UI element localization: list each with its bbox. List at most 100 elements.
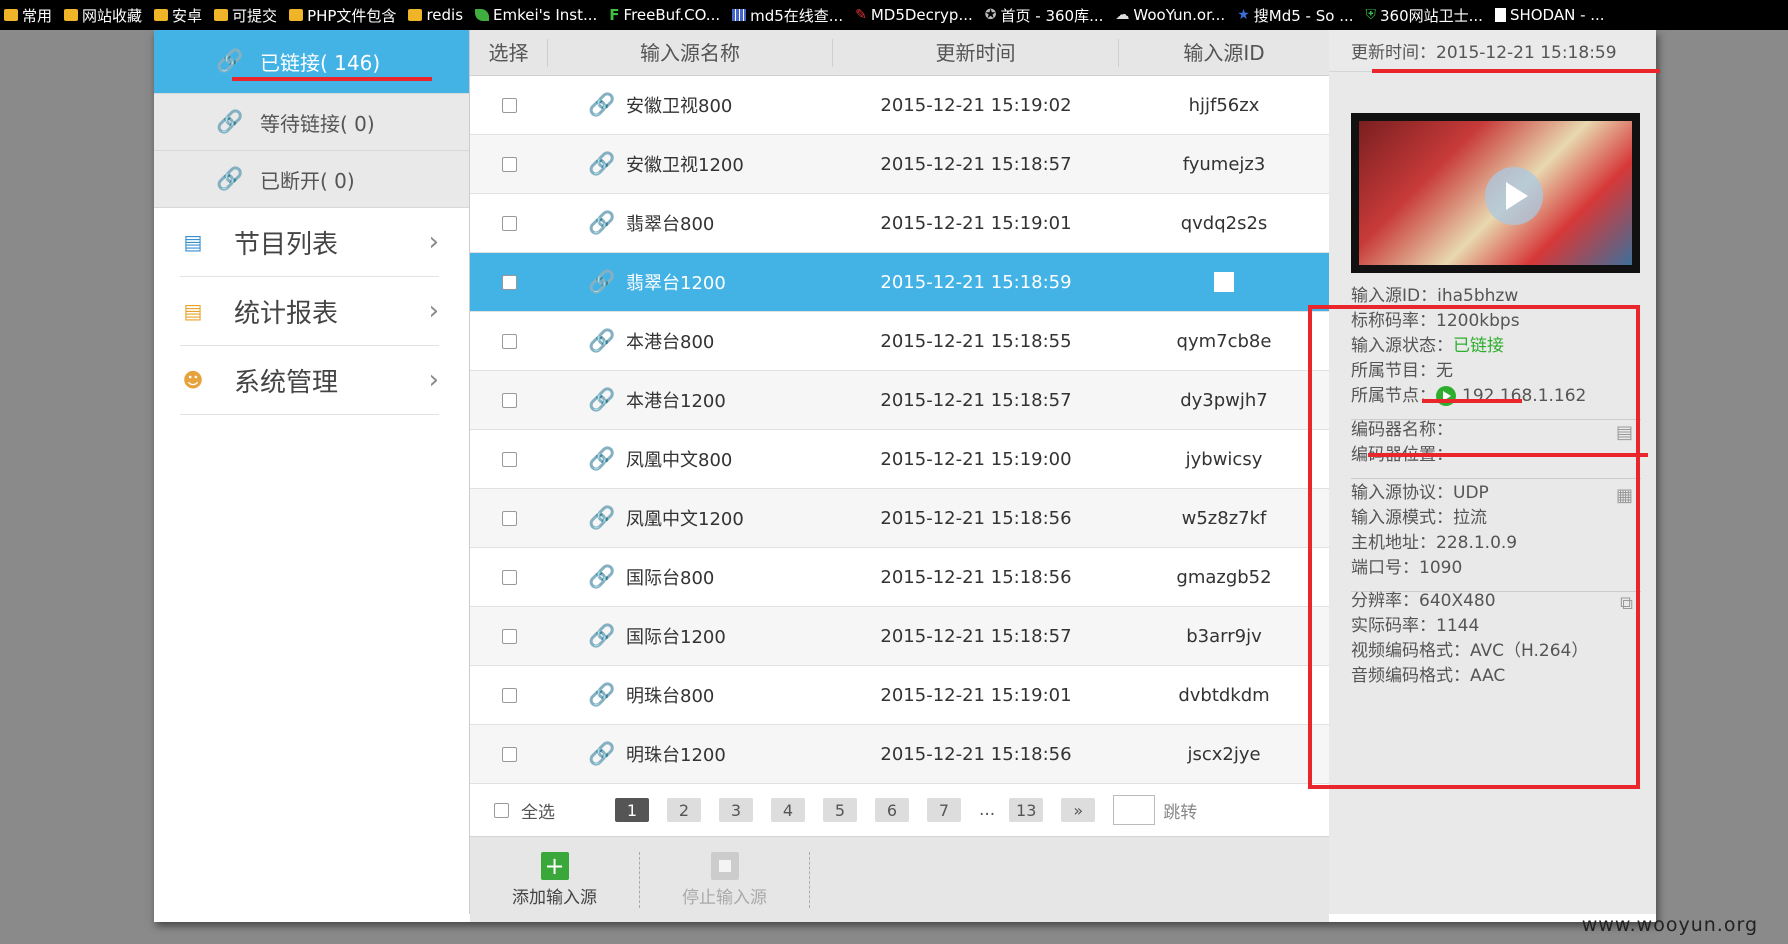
bookmark-label: PHP文件包含 <box>307 6 397 25</box>
link-waiting-icon: 🔗 <box>216 109 244 135</box>
bookmark-item[interactable]: ✪ 首页 - 360库... <box>981 5 1112 26</box>
bookmark-item[interactable]: 可提交 <box>210 5 285 26</box>
bookmark-label: 安卓 <box>172 6 203 25</box>
table-row[interactable]: 🔗 翡翠台1200 2015-12-21 15:18:59 <box>470 253 1329 312</box>
page-button[interactable]: 3 <box>719 798 753 822</box>
link-icon: 🔗 <box>588 328 616 354</box>
row-checkbox[interactable] <box>501 333 517 349</box>
table-row[interactable]: 🔗 国际台800 2015-12-21 15:18:56 gmazgb52 <box>470 548 1329 607</box>
play-icon[interactable] <box>1485 167 1543 225</box>
row-checkbox[interactable] <box>501 687 517 703</box>
table-row[interactable]: 🔗 安徽卫视1200 2015-12-21 15:18:57 fyumejz3 <box>470 135 1329 194</box>
status-connected[interactable]: 🔗 已链接( 146) <box>154 30 469 94</box>
link-icon: 🔗 <box>588 505 616 531</box>
header-name[interactable]: 输入源名称 <box>548 38 833 67</box>
bookmark-item[interactable]: Emkei's Inst... <box>471 6 605 24</box>
table-row[interactable]: 🔗 明珠台800 2015-12-21 15:19:01 dvbtdkdm <box>470 666 1329 725</box>
bookmark-item[interactable]: 常用 <box>0 5 60 26</box>
status-waiting[interactable]: 🔗 等待链接( 0) <box>154 94 469 151</box>
page-button[interactable]: 7 <box>927 798 961 822</box>
chevron-right-icon: › <box>428 227 439 257</box>
page-last[interactable]: 13 <box>1009 798 1044 822</box>
report-chart-icon: ▤ <box>183 299 203 323</box>
row-time: 2015-12-21 15:19:02 <box>880 94 1072 116</box>
table-row[interactable]: 🔗 安徽卫视800 2015-12-21 15:19:02 hjjf56zx <box>470 76 1329 135</box>
bookmark-item[interactable]: ☁ WooYun.or... <box>1111 6 1233 24</box>
folder-icon <box>214 9 229 21</box>
bookmark-item[interactable]: ★ 搜Md5 - So ... <box>1233 5 1361 26</box>
table-row[interactable]: 🔗 凤凰中文800 2015-12-21 15:19:00 jybwicsy <box>470 430 1329 489</box>
row-id-cell: jscx2jye <box>1119 744 1329 765</box>
bookmark-item[interactable]: SHODAN - ... <box>1491 6 1613 24</box>
link-broken-icon: 🔗 <box>216 166 244 192</box>
table-row[interactable]: 🔗 本港台1200 2015-12-21 15:18:57 dy3pwjh7 <box>470 371 1329 430</box>
row-checkbox[interactable] <box>501 215 517 231</box>
page-button[interactable]: 1 <box>615 798 649 822</box>
row-id-cell: b3arr9jv <box>1119 626 1329 647</box>
row-name: 明珠台800 <box>626 686 715 707</box>
page-jump-input[interactable] <box>1113 795 1156 825</box>
nav-program-list[interactable]: ▤ 节目列表 › <box>180 208 439 277</box>
row-checkbox[interactable] <box>501 746 517 762</box>
row-checkbox[interactable] <box>501 97 517 113</box>
annotation-underline <box>232 77 432 81</box>
bookmark-label: MD5Decryp... <box>870 6 973 24</box>
row-select-cell <box>470 274 548 290</box>
nav-report[interactable]: ▤ 统计报表 › <box>180 277 439 346</box>
header-id[interactable]: 输入源ID <box>1119 39 1329 67</box>
row-name-cell: 🔗 本港台800 <box>548 328 833 354</box>
stop-source-button[interactable]: 停止输入源 <box>640 851 810 908</box>
header-time[interactable]: 更新时间 <box>833 38 1119 67</box>
row-id-cell: qym7cb8e <box>1119 331 1329 352</box>
video-thumbnail[interactable] <box>1351 113 1640 273</box>
stop-icon <box>710 851 739 880</box>
row-checkbox[interactable] <box>501 392 517 408</box>
page-button[interactable]: 6 <box>875 798 909 822</box>
row-checkbox[interactable] <box>501 510 517 526</box>
nav-system[interactable]: ☻ 系统管理 › <box>180 346 439 415</box>
row-time: 2015-12-21 15:19:00 <box>880 448 1072 470</box>
row-checkbox[interactable] <box>501 451 517 467</box>
bookmark-item[interactable]: redis <box>404 6 471 24</box>
bookmark-item[interactable]: ⛨ 360网站卫士... <box>1362 5 1491 26</box>
row-time: 2015-12-21 15:18:55 <box>880 330 1072 352</box>
bookmark-item[interactable]: md5在线查... <box>728 5 851 26</box>
bookmark-item[interactable]: 安卓 <box>150 5 210 26</box>
link-icon: 🔗 <box>588 269 616 295</box>
bookmark-item[interactable]: PHP文件包含 <box>285 5 404 26</box>
bookmark-item[interactable]: 网站收藏 <box>60 5 150 26</box>
page-button[interactable]: 4 <box>771 798 805 822</box>
select-all-checkbox[interactable] <box>494 802 509 818</box>
row-id: w5z8z7kf <box>1181 507 1267 529</box>
row-name-cell: 🔗 凤凰中文800 <box>548 446 833 472</box>
link-icon: 🔗 <box>588 682 616 708</box>
bookmark-label: 搜Md5 - So ... <box>1253 6 1354 25</box>
row-time: 2015-12-21 15:18:56 <box>880 507 1072 529</box>
link-icon: 🔗 <box>588 92 616 118</box>
row-id: b3arr9jv <box>1186 625 1262 647</box>
watermark: www.wooyun.org <box>1581 914 1758 936</box>
table-row[interactable]: 🔗 明珠台1200 2015-12-21 15:18:56 jscx2jye <box>470 725 1329 784</box>
row-name-cell: 🔗 翡翠台1200 <box>548 269 833 295</box>
page-next-button[interactable]: » <box>1061 798 1096 822</box>
table-row[interactable]: 🔗 翡翠台800 2015-12-21 15:19:01 qvdq2s2s <box>470 194 1329 253</box>
pager-ellipsis: ... <box>979 800 996 820</box>
row-checkbox[interactable] <box>501 274 517 290</box>
bookmark-item[interactable]: F FreeBuf.CO... <box>605 6 728 24</box>
table-row[interactable]: 🔗 凤凰中文1200 2015-12-21 15:18:56 w5z8z7kf <box>470 489 1329 548</box>
row-checkbox[interactable] <box>501 156 517 172</box>
table-row[interactable]: 🔗 国际台1200 2015-12-21 15:18:57 b3arr9jv <box>470 607 1329 666</box>
page-jump-button[interactable]: 跳转 <box>1163 798 1197 823</box>
add-source-button[interactable]: + 添加输入源 <box>470 851 640 908</box>
page-button[interactable]: 2 <box>667 798 701 822</box>
bookmark-label: 360网站卫士... <box>1380 6 1483 25</box>
bookmark-item[interactable]: ✎ MD5Decryp... <box>851 6 981 24</box>
row-checkbox[interactable] <box>501 628 517 644</box>
stop-source-label: 停止输入源 <box>682 887 767 908</box>
table-row[interactable]: 🔗 本港台800 2015-12-21 15:18:55 qym7cb8e <box>470 312 1329 371</box>
row-checkbox[interactable] <box>501 569 517 585</box>
page-button[interactable]: 5 <box>823 798 857 822</box>
row-select-cell <box>470 451 548 467</box>
cloud-icon: ☁ <box>1115 7 1130 23</box>
status-disconnected[interactable]: 🔗 已断开( 0) <box>154 151 469 208</box>
